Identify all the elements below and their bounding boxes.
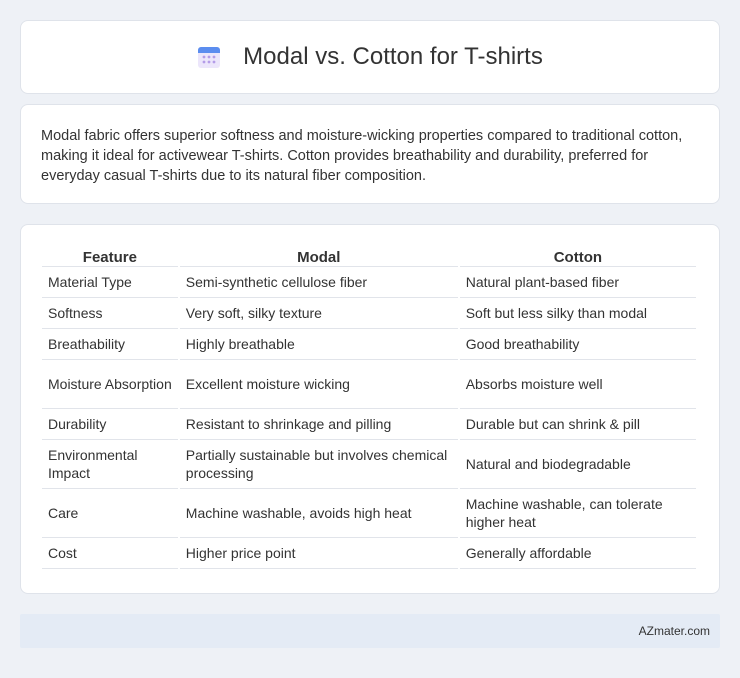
feature-cell: Moisture Absorption — [42, 360, 178, 409]
header-cotton: Cotton — [459, 245, 696, 267]
modal-cell: Machine washable, avoids high heat — [179, 489, 458, 538]
intro-text: Modal fabric offers superior softness an… — [41, 128, 683, 184]
table-row: Care Machine washable, avoids high heat … — [42, 489, 696, 538]
feature-cell: Breathability — [42, 329, 178, 360]
feature-cell: Material Type — [42, 267, 178, 298]
header-modal: Modal — [179, 245, 458, 267]
cotton-cell: Natural plant-based fiber — [459, 267, 696, 298]
footer-brand[interactable]: AZmater.com — [639, 624, 710, 638]
cotton-cell: Machine washable, can tolerate higher he… — [459, 489, 696, 538]
modal-cell: Partially sustainable but involves chemi… — [179, 440, 458, 489]
modal-cell: Highly breathable — [179, 329, 458, 360]
title-wrap: Modal vs. Cotton for T-shirts — [197, 43, 543, 71]
table-row: Softness Very soft, silky texture Soft b… — [42, 298, 696, 329]
cotton-cell: Soft but less silky than modal — [459, 298, 696, 329]
table-row: Breathability Highly breathable Good bre… — [42, 329, 696, 360]
table-header-row: Feature Modal Cotton — [42, 245, 696, 267]
table-row: Material Type Semi-synthetic cellulose f… — [42, 267, 696, 298]
modal-cell: Semi-synthetic cellulose fiber — [179, 267, 458, 298]
feature-cell: Cost — [42, 538, 178, 569]
cotton-cell: Absorbs moisture well — [459, 360, 696, 409]
cotton-cell: Durable but can shrink & pill — [459, 409, 696, 440]
feature-cell: Softness — [42, 298, 178, 329]
footer-bar: AZmater.com — [20, 614, 720, 648]
calendar-icon — [197, 45, 221, 69]
cotton-cell: Good breathability — [459, 329, 696, 360]
table-row: Moisture Absorption Excellent moisture w… — [42, 360, 696, 409]
comparison-table: Feature Modal Cotton Material Type Semi-… — [40, 245, 698, 569]
modal-cell: Very soft, silky texture — [179, 298, 458, 329]
table-row: Durability Resistant to shrinkage and pi… — [42, 409, 696, 440]
page-title: Modal vs. Cotton for T-shirts — [243, 43, 543, 70]
header-card: Modal vs. Cotton for T-shirts — [20, 20, 720, 94]
modal-cell: Higher price point — [179, 538, 458, 569]
feature-cell: Durability — [42, 409, 178, 440]
comparison-card: Feature Modal Cotton Material Type Semi-… — [20, 224, 720, 594]
feature-cell: Environmental Impact — [42, 440, 178, 489]
header-feature: Feature — [42, 245, 178, 267]
modal-cell: Resistant to shrinkage and pilling — [179, 409, 458, 440]
table-row: Environmental Impact Partially sustainab… — [42, 440, 696, 489]
cotton-cell: Generally affordable — [459, 538, 696, 569]
cotton-cell: Natural and biodegradable — [459, 440, 696, 489]
intro-card: Modal fabric offers superior softness an… — [20, 104, 720, 204]
table-row: Cost Higher price point Generally afford… — [42, 538, 696, 569]
modal-cell: Excellent moisture wicking — [179, 360, 458, 409]
feature-cell: Care — [42, 489, 178, 538]
